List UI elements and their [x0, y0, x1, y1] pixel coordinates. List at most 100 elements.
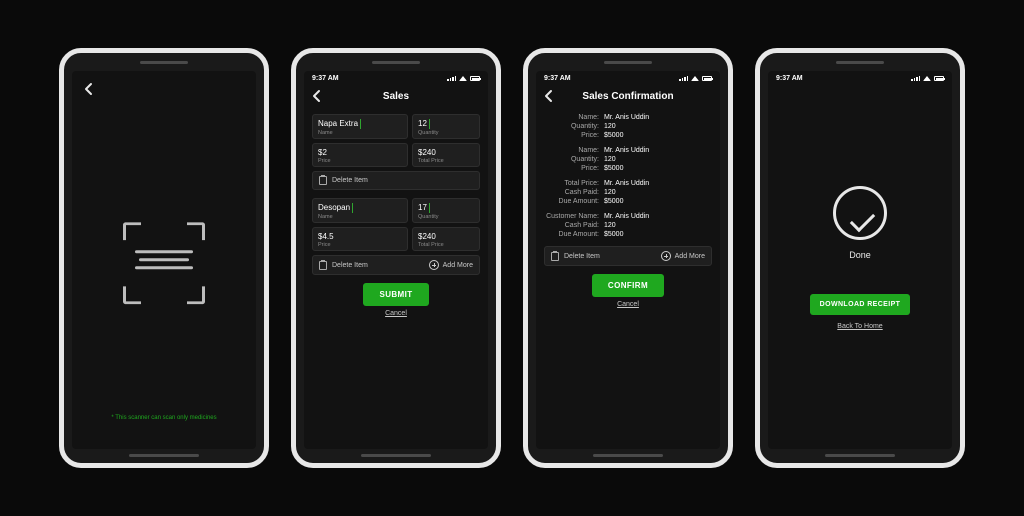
row-label: Name:: [544, 114, 604, 121]
wifi-icon: [691, 76, 699, 81]
status-time: 9:37 AM: [312, 75, 339, 82]
phone-scanner: * This scanner can scan only medicines: [59, 48, 269, 468]
plus-icon: [429, 260, 439, 270]
summary-row: Cash Paid:120: [544, 222, 712, 229]
scanner-note: * This scanner can scan only medicines: [72, 415, 256, 421]
status-icons: [911, 76, 944, 81]
field-label: Name: [318, 214, 402, 220]
row-value: $5000: [604, 132, 623, 139]
battery-icon: [470, 76, 480, 81]
download-receipt-button[interactable]: DOWNLOAD RECEIPT: [810, 294, 911, 315]
row-label: Quantity:: [544, 156, 604, 163]
device-homebar: [361, 454, 431, 457]
item-row: $4.5 Price $240 Total Price: [312, 227, 480, 252]
row-label: Cash Paid:: [544, 222, 604, 229]
row-value: 120: [604, 123, 616, 130]
delete-item-button[interactable]: Delete Item: [551, 252, 600, 261]
delete-label: Delete Item: [332, 262, 368, 269]
delete-item-button[interactable]: Delete Item: [319, 261, 368, 270]
screen-done: 9:37 AM Done DOWNLOAD RECEIPT Back To Ho…: [768, 71, 952, 449]
trash-icon: [319, 176, 327, 185]
row-value: $5000: [604, 165, 623, 172]
battery-icon: [934, 76, 944, 81]
header: [72, 71, 256, 107]
chevron-left-icon: [82, 82, 96, 96]
summary-row: Cash Paid:120: [544, 189, 712, 196]
field-label: Quantity: [418, 214, 474, 220]
summary-row: Name:Mr. Anis Uddin: [544, 147, 712, 154]
back-button[interactable]: [82, 82, 96, 96]
field-value: Desopan: [318, 203, 353, 213]
cancel-link[interactable]: Cancel: [312, 310, 480, 317]
row-value: Mr. Anis Uddin: [604, 180, 649, 187]
add-more-button[interactable]: Add More: [429, 260, 473, 270]
screen-confirmation: 9:37 AM Sales Confirmation Name:Mr. Anis…: [536, 71, 720, 449]
summary-row: Quantity:120: [544, 123, 712, 130]
field-label: Price: [318, 242, 402, 248]
back-to-home-link[interactable]: Back To Home: [768, 323, 952, 330]
row-value: 120: [604, 189, 616, 196]
price-field[interactable]: $4.5 Price: [312, 227, 408, 252]
cancel-link[interactable]: Cancel: [544, 301, 712, 308]
scan-frame[interactable]: [123, 222, 205, 304]
row-label: Cash Paid:: [544, 189, 604, 196]
scan-corner: [123, 222, 141, 240]
field-label: Quantity: [418, 130, 474, 136]
summary-row: Price:$5000: [544, 165, 712, 172]
summary-row: Due Amount:$5000: [544, 231, 712, 238]
name-field[interactable]: Napa Extra Name: [312, 114, 408, 139]
total-field: $240 Total Price: [412, 143, 480, 168]
row-label: Name:: [544, 147, 604, 154]
status-icons: [679, 76, 712, 81]
summary-row: Name:Mr. Anis Uddin: [544, 114, 712, 121]
summary-row: Due Amount:$5000: [544, 198, 712, 205]
battery-icon: [702, 76, 712, 81]
signal-icon: [447, 76, 456, 81]
scan-corner: [123, 286, 141, 304]
row-label: Due Amount:: [544, 231, 604, 238]
row-value: $5000: [604, 231, 623, 238]
name-field[interactable]: Desopan Name: [312, 198, 408, 223]
add-more-button[interactable]: Add More: [661, 251, 705, 261]
submit-button[interactable]: SUBMIT: [363, 283, 428, 306]
device-speaker: [372, 61, 420, 64]
item-actions: Delete Item: [312, 171, 480, 190]
row-value: $5000: [604, 198, 623, 205]
sales-form: Napa Extra Name 12 Quantity $2 Price $24…: [304, 108, 488, 449]
delete-item-button[interactable]: Delete Item: [319, 176, 368, 185]
delete-label: Delete Item: [332, 177, 368, 184]
screen-sales: 9:37 AM Sales Napa Extra Name 12 Qu: [304, 71, 488, 449]
field-value: 17: [418, 203, 430, 213]
back-button[interactable]: [542, 89, 556, 103]
qty-field[interactable]: 17 Quantity: [412, 198, 480, 223]
price-field[interactable]: $2 Price: [312, 143, 408, 168]
page-title: Sales: [383, 91, 409, 102]
field-value: $240: [418, 148, 438, 158]
field-value: Napa Extra: [318, 119, 361, 129]
trash-icon: [551, 252, 559, 261]
screen-scanner: * This scanner can scan only medicines: [72, 71, 256, 449]
add-more-label: Add More: [443, 262, 473, 269]
item-row: Desopan Name 17 Quantity: [312, 198, 480, 223]
scan-corner: [187, 286, 205, 304]
qty-field[interactable]: 12 Quantity: [412, 114, 480, 139]
device-speaker: [140, 61, 188, 64]
device-homebar: [593, 454, 663, 457]
item-actions: Delete Item Add More: [312, 255, 480, 275]
summary-row: Customer Name:Mr. Anis Uddin: [544, 213, 712, 220]
back-button[interactable]: [310, 89, 324, 103]
field-label: Total Price: [418, 242, 474, 248]
trash-icon: [319, 261, 327, 270]
header: Sales Confirmation: [536, 84, 720, 108]
item-row: $2 Price $240 Total Price: [312, 143, 480, 168]
page-title: Sales Confirmation: [582, 91, 673, 102]
signal-icon: [679, 76, 688, 81]
signal-icon: [911, 76, 920, 81]
done-indicator: Done: [833, 186, 887, 260]
confirm-button[interactable]: CONFIRM: [592, 274, 664, 297]
phone-done: 9:37 AM Done DOWNLOAD RECEIPT Back To Ho…: [755, 48, 965, 468]
confirmation-body: Name:Mr. Anis Uddin Quantity:120 Price:$…: [536, 108, 720, 449]
item-row: Napa Extra Name 12 Quantity: [312, 114, 480, 139]
device-homebar: [825, 454, 895, 457]
device-speaker: [836, 61, 884, 64]
